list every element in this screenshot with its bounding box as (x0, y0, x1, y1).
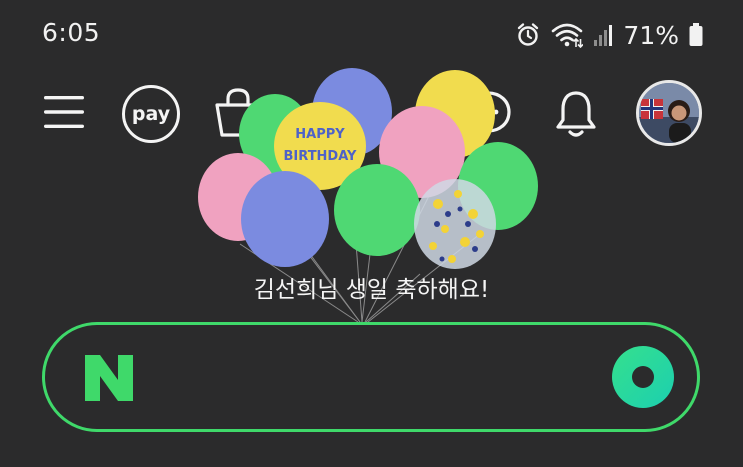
balloon-text-birthday: BIRTHDAY (284, 149, 358, 164)
battery-percent: 71% (623, 20, 679, 50)
bell-icon (556, 91, 596, 137)
status-icons: 71% (515, 18, 703, 52)
profile-photo (639, 83, 699, 143)
naver-logo[interactable] (81, 353, 137, 403)
balloon-text-happy: HAPPY (295, 127, 345, 142)
search-bar[interactable] (42, 322, 700, 432)
status-bar: 6:05 71% (0, 0, 743, 70)
notifications-button[interactable] (552, 86, 600, 142)
battery-icon (689, 23, 703, 47)
menu-icon (44, 96, 84, 128)
pay-label: pay (131, 103, 171, 125)
avatar[interactable] (636, 80, 702, 146)
status-time: 6:05 (42, 18, 101, 47)
alarm-icon (515, 22, 541, 48)
birthday-message: 김선희님 생일 축하해요! (253, 277, 490, 303)
greendot-icon[interactable] (611, 345, 675, 409)
pay-button[interactable]: pay (122, 85, 180, 143)
menu-button[interactable] (40, 92, 88, 132)
wifi-icon (551, 22, 584, 48)
signal-icon (593, 23, 613, 47)
